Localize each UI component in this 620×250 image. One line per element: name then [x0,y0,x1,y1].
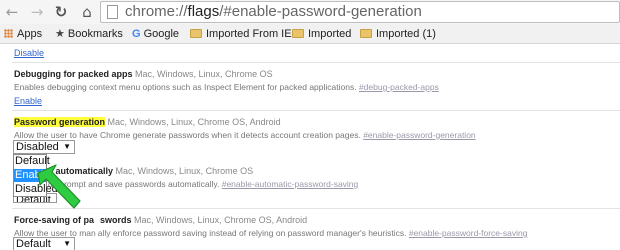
dropdown-arrow-icon: ▼ [63,142,71,151]
green-arrow-icon [37,164,81,209]
divider [12,208,620,209]
flag-anchor-password-generation[interactable]: #enable-password-generation [363,130,475,140]
password-generation-select[interactable]: Disabled ▼ [13,140,75,154]
back-arrow-icon[interactable]: ← [3,2,21,22]
flag-desc-password-generation: Allow the user to have Chrome generate p… [14,130,476,140]
flag-desc-auto-password: ds prompt and save passwords automatical… [48,179,359,189]
divider [12,110,620,111]
folder-icon [292,29,304,38]
flag-desc-debugging: Enables debugging context menu options s… [14,82,439,92]
folder-icon [360,29,372,38]
google-icon: G [132,28,141,40]
bookmark-folder-imported[interactable]: Imported [292,27,351,41]
star-icon: ★ [55,28,65,40]
flag-desc-force-saving: Allow the user to man ally enforce passwo… [14,228,528,238]
apps-grid-icon [4,29,13,38]
divider [12,62,620,63]
enable-link[interactable]: Enable [14,96,42,106]
flag-anchor-debugging[interactable]: #debug-packed-apps [359,82,439,92]
home-icon[interactable]: ⌂ [78,2,96,22]
bookmark-folder-imported-1[interactable]: Imported (1) [360,27,436,41]
bookmark-bookmarks[interactable]: ★ Bookmarks [55,27,123,41]
page-icon [107,5,118,19]
forward-arrow-icon[interactable]: → [28,2,46,22]
flag-anchor-force-saving[interactable]: #enable-password-force-saving [409,228,528,238]
url-text: chrome://flags/#enable-password-generati… [125,3,422,20]
dropdown-arrow-icon: ▼ [63,239,71,248]
address-bar[interactable]: chrome://flags/#enable-password-generati… [100,1,620,23]
flag-title-password-generation: Password generation Mac, Windows, Linux,… [14,117,281,127]
bookmark-google[interactable]: G Google [132,27,179,41]
highlighted-title: Password generation [14,117,106,127]
bookmark-folder-imported-from-ie[interactable]: Imported From IE [190,27,292,41]
disable-link[interactable]: Disable [14,48,44,58]
bookmarks-bar: Apps ★ Bookmarks G Google Imported From IE… [0,24,620,44]
folder-icon [190,29,202,38]
browser-toolbar: ← → ↻ ⌂ chrome://flags/#enable-password-… [0,0,620,24]
flag-title-force-saving: Force-saving of pa swords Mac, Windows, L… [14,215,308,225]
force-saving-select[interactable]: Default ▼ [13,237,75,250]
bookmark-apps[interactable]: Apps [4,27,42,41]
flag-title-debugging: Debugging for packed apps Mac, Windows, … [14,69,273,79]
reload-icon[interactable]: ↻ [52,2,70,22]
flag-anchor-auto-password[interactable]: #enable-automatic-password-saving [222,179,359,189]
